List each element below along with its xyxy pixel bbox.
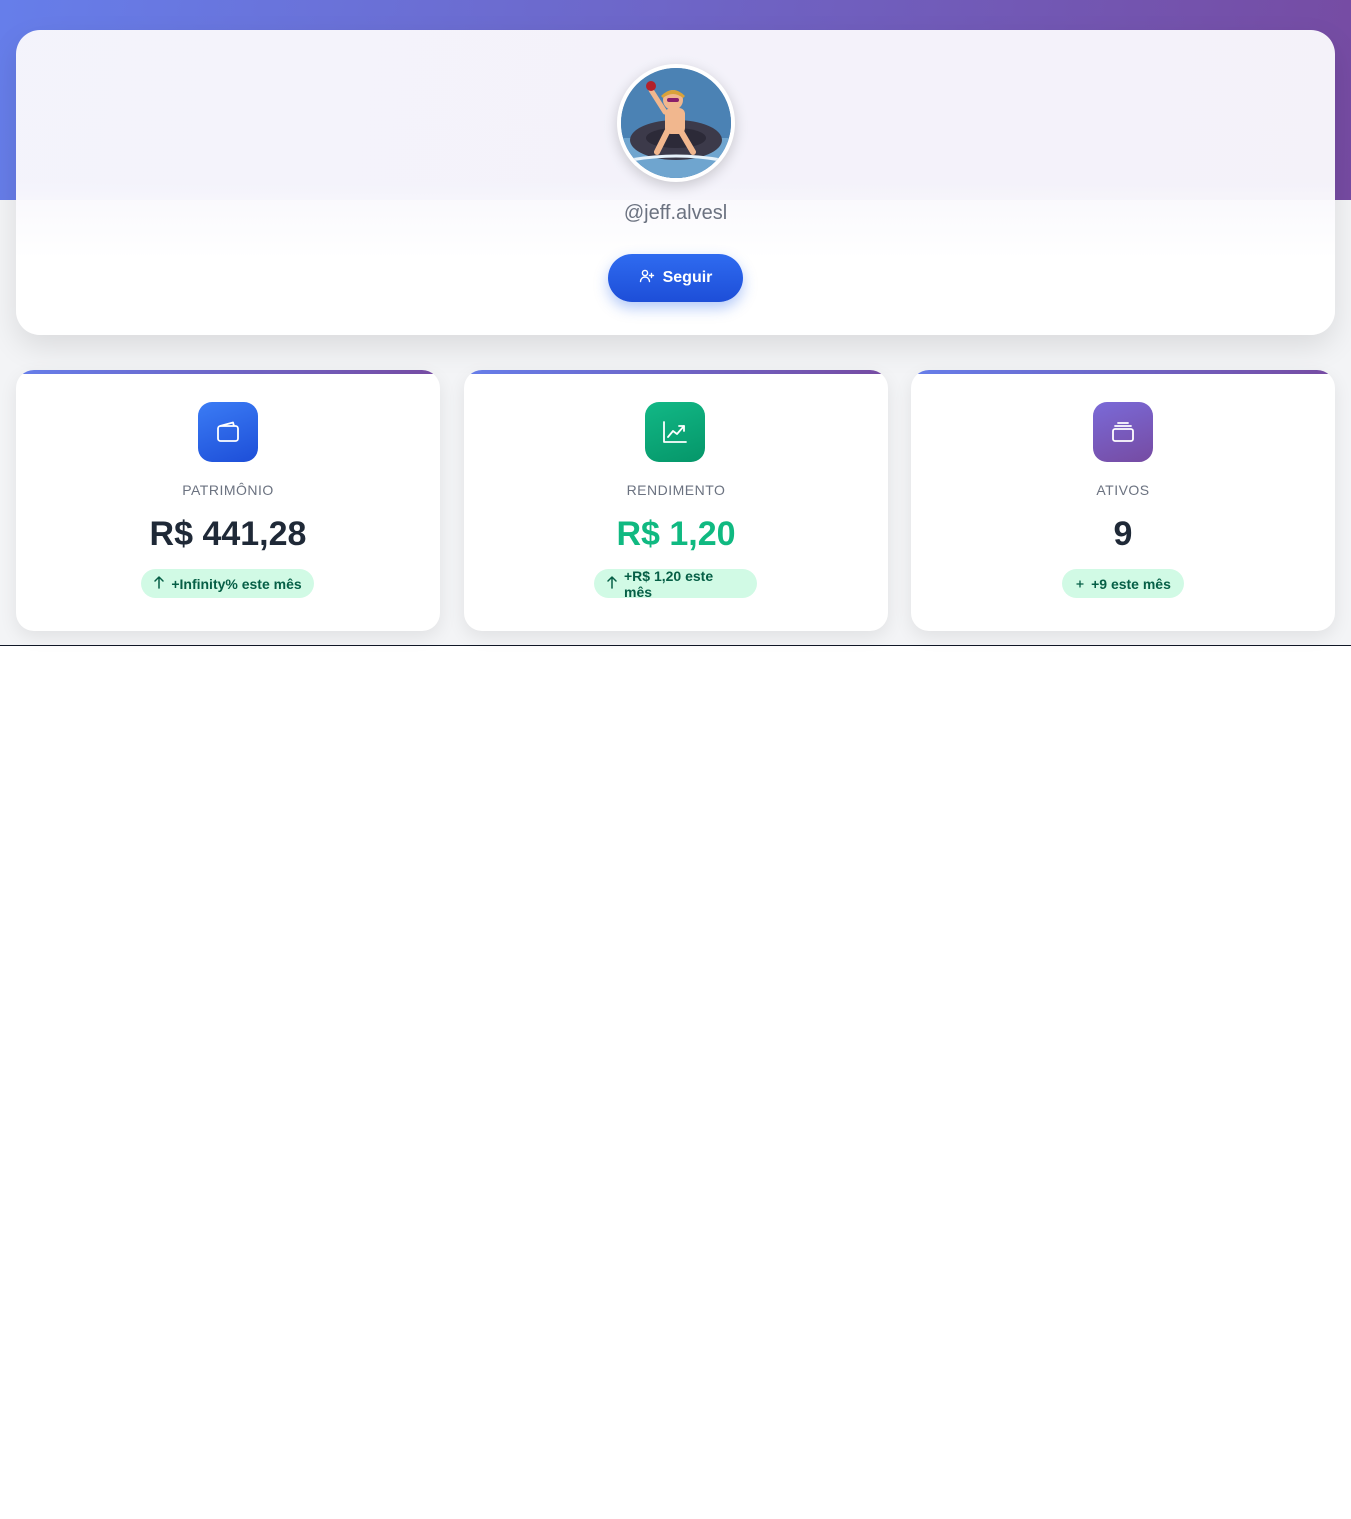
stat-change-text: +9 este mês	[1091, 575, 1171, 592]
trending-up-icon	[645, 402, 705, 462]
layers-icon	[1093, 402, 1153, 462]
avatar[interactable]	[617, 64, 735, 182]
stat-change-badge: +R$ 1,20 este mês	[594, 567, 757, 600]
stat-change-text: +R$ 1,20 este mês	[624, 567, 714, 600]
card-accent-bar	[16, 370, 440, 374]
card-accent-bar	[911, 370, 1335, 374]
stat-card-rendimento: RENDIMENTO R$ 1,20 +R$ 1,20 este mês	[464, 370, 888, 631]
avatar-illustration	[621, 68, 731, 178]
stat-label: ATIVOS	[1096, 482, 1150, 498]
stat-card-ativos: ATIVOS 9 +9 este mês	[911, 370, 1335, 631]
profile-card: @jeff.alvesl Seguir	[16, 30, 1335, 335]
follow-button[interactable]: Seguir	[608, 254, 743, 302]
stat-value: R$ 1,20	[616, 515, 736, 553]
username: @jeff.alvesl	[623, 202, 728, 224]
stat-label: RENDIMENTO	[626, 482, 726, 498]
stat-change-badge: +9 este mês	[1062, 569, 1184, 598]
profile-page: @jeff.alvesl Seguir PATRIMÔNIO R$ 441,28	[0, 0, 1351, 646]
wallet-icon	[198, 402, 258, 462]
arrow-up-icon	[153, 575, 165, 592]
user-plus-icon	[639, 268, 655, 289]
stat-card-patrimonio: PATRIMÔNIO R$ 441,28 +Infinity% este mês	[16, 370, 440, 631]
stat-value: R$ 441,28	[149, 515, 307, 553]
arrow-up-icon	[606, 575, 618, 592]
card-accent-bar	[464, 370, 888, 374]
plus-icon	[1075, 576, 1085, 592]
follow-button-label: Seguir	[662, 269, 713, 286]
stat-label: PATRIMÔNIO	[182, 482, 274, 498]
stat-value: 9	[1113, 515, 1133, 553]
stat-change-text: +Infinity% este mês	[171, 575, 302, 592]
stat-change-badge: +Infinity% este mês	[141, 569, 314, 598]
